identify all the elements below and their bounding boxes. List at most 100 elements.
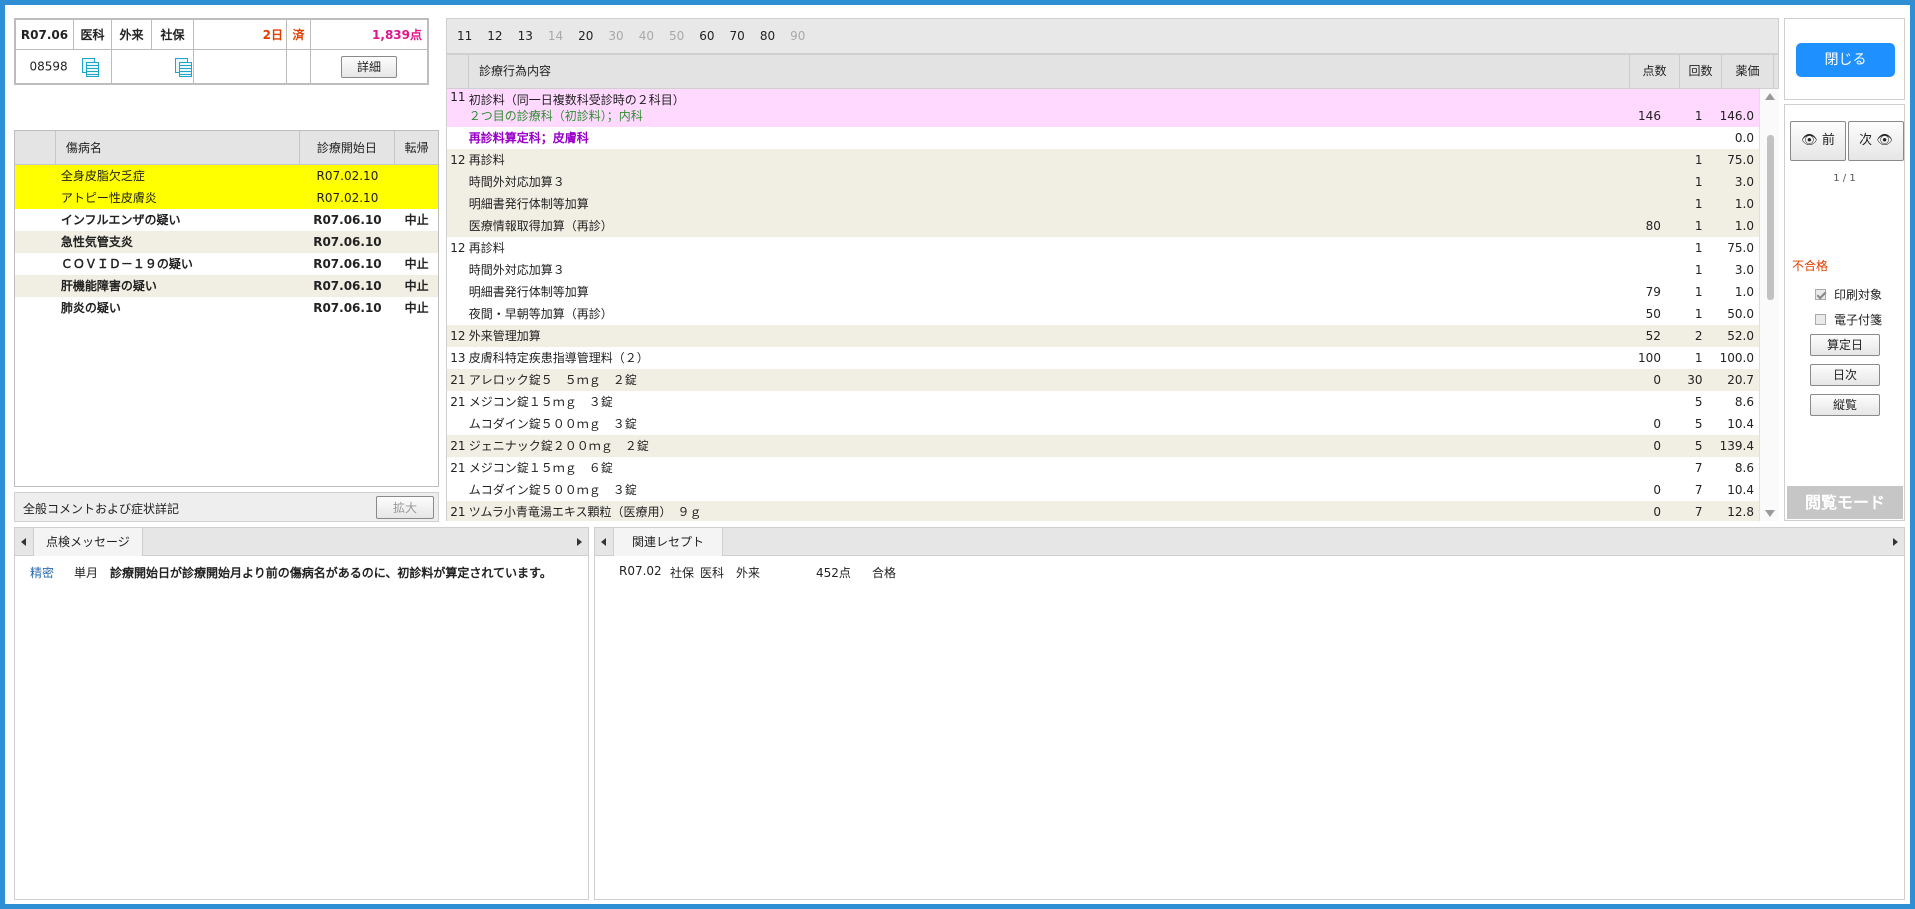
treatment-row[interactable]: 21 ジェニナック錠２００ｍｇ ２錠 0 5 139.4 (447, 435, 1759, 457)
header-start-date[interactable]: 診療開始日 (300, 131, 396, 164)
treatment-row[interactable]: 13 皮膚科特定疾患指導管理料（２） 100 1 100.0 (447, 347, 1759, 369)
checkbox-checked-icon[interactable] (1815, 289, 1826, 300)
tab-right-arrow-icon[interactable] (1893, 538, 1898, 546)
message-level: 精密 (30, 566, 55, 580)
electronic-tag-checkbox[interactable]: 電子付箋 (1815, 311, 1882, 328)
header-blank (15, 131, 56, 164)
treatment-count: 1 (1694, 219, 1703, 233)
treatment-row[interactable]: 再診料算定科；皮膚科 0.0 (447, 127, 1759, 149)
tab-category[interactable]: 60 (699, 29, 714, 43)
tab-related-receipt[interactable]: 関連レセプト (613, 528, 724, 556)
related-receipt-row[interactable]: R07.02 社保 医科 外来 452点 合格 (619, 564, 896, 581)
copy-icon[interactable] (81, 57, 99, 77)
disease-row[interactable]: 肝機能障害の疑い R07.06.10 中止 (15, 275, 438, 297)
treatment-row[interactable]: 21 アレロック錠５ ５ｍｇ ２錠 0 30 20.7 (447, 369, 1759, 391)
header-count[interactable]: 回数 (1680, 55, 1722, 88)
copy-icon-2[interactable] (175, 57, 192, 77)
next-button[interactable]: 次 👁 (1848, 121, 1904, 161)
disease-row-marker (15, 275, 56, 297)
check-message-row[interactable]: 精密 単月 診療開始日が診療開始月より前の傷病名があるのに、初診料が算定されてい… (30, 564, 552, 581)
treatment-name: 医療情報取得加算（再診） (468, 219, 613, 233)
header-points[interactable]: 点数 (1630, 55, 1680, 88)
receipt-header: R07.06 医科 外来 社保 2日 済 1,839点 08598 詳細 (14, 18, 429, 85)
scroll-up-icon[interactable] (1765, 93, 1775, 100)
treatment-row[interactable]: 21 ツムラ小青竜湯エキス顆粒（医療用） ９ｇ 0 7 12.8 (447, 501, 1759, 521)
daily-button[interactable]: 日次 (1810, 364, 1880, 386)
treatment-name: ムコダイン錠５００ｍｇ ３錠 (468, 417, 637, 431)
treatment-price: 75.0 (1727, 241, 1754, 255)
tab-category[interactable]: 20 (578, 29, 593, 43)
tab-right-arrow-icon[interactable] (577, 538, 582, 546)
treatment-name: ムコダイン錠５００ｍｇ ３錠 (468, 483, 637, 497)
empty-cell-3 (286, 49, 311, 84)
treatment-price: 0.0 (1734, 131, 1754, 145)
tab-category[interactable]: 80 (760, 29, 775, 43)
treatment-row[interactable]: 21 メジコン錠１５ｍｇ ６錠 7 8.6 (447, 457, 1759, 479)
disease-name: 急性気管支炎 (60, 235, 133, 249)
treatment-count: 5 (1694, 417, 1703, 431)
close-button[interactable]: 閉じる (1796, 43, 1895, 77)
disease-name: インフルエンザの疑い (60, 213, 181, 227)
expand-button[interactable]: 拡大 (376, 496, 434, 519)
treatment-row[interactable]: 時間外対応加算３ 1 3.0 (447, 171, 1759, 193)
tab-left-arrow-icon[interactable] (21, 538, 26, 546)
tab-check-message[interactable]: 点検メッセージ (33, 528, 143, 556)
treatment-count: 1 (1694, 285, 1703, 299)
treatment-scrollbar[interactable] (1759, 89, 1779, 521)
treatment-row[interactable]: ムコダイン錠５００ｍｇ ３錠 0 5 10.4 (447, 413, 1759, 435)
treatment-row[interactable]: 医療情報取得加算（再診） 80 1 1.0 (447, 215, 1759, 237)
calc-day-button[interactable]: 算定日 (1810, 334, 1880, 356)
treatment-points: 146 (1638, 109, 1661, 123)
tab-left-arrow-icon[interactable] (601, 538, 606, 546)
treatment-row[interactable]: 11 初診料（同一日複数科受診時の２科目） ２つ目の診療科（初診料）；内科 146 1 1… (447, 89, 1759, 127)
treatment-name: 夜間・早朝等加算（再診） (468, 307, 613, 321)
type1-cell: 医科 (73, 19, 112, 50)
detail-button[interactable]: 詳細 (341, 55, 397, 78)
prev-button[interactable]: 👁 前 (1790, 121, 1846, 161)
disease-row[interactable]: インフルエンザの疑い R07.06.10 中止 (15, 209, 438, 231)
scroll-down-icon[interactable] (1765, 510, 1775, 517)
treatment-row[interactable]: 明細書発行体制等加算 79 1 1.0 (447, 281, 1759, 303)
scroll-thumb[interactable] (1767, 135, 1774, 300)
treatment-row[interactable]: 12 外来管理加算 52 2 52.0 (447, 325, 1759, 347)
header-content[interactable]: 診療行為内容 (469, 55, 1630, 88)
header-disease-name[interactable]: 傷病名 (56, 131, 300, 164)
header-outcome[interactable]: 転帰 (395, 131, 438, 164)
treatment-row[interactable]: 21 メジコン錠１５ｍｇ ３錠 5 8.6 (447, 391, 1759, 413)
treatment-name: ジェニナック錠２００ｍｇ ２錠 (468, 439, 649, 453)
print-target-checkbox[interactable]: 印刷対象 (1815, 286, 1882, 303)
treatment-row[interactable]: ムコダイン錠５００ｍｇ ３錠 0 7 10.4 (447, 479, 1759, 501)
disease-name: ＣＯＶＩＤ－１９の疑い (60, 257, 193, 271)
tab-category[interactable]: 12 (487, 29, 502, 43)
treatment-row[interactable]: 12 再診料 1 75.0 (447, 149, 1759, 171)
treatment-row[interactable]: 時間外対応加算３ 1 3.0 (447, 259, 1759, 281)
disease-row[interactable]: 急性気管支炎 R07.06.10 (15, 231, 438, 253)
treatment-price: 3.0 (1734, 175, 1754, 189)
disease-rows: 全身皮脂欠乏症 R07.02.10 アトピー性皮膚炎 R07.02.10 インフルエンザ… (15, 165, 438, 319)
disease-row[interactable]: ＣＯＶＩＤ－１９の疑い R07.06.10 中止 (15, 253, 438, 275)
treatment-row[interactable]: 12 再診料 1 75.0 (447, 237, 1759, 259)
overview-button[interactable]: 縦覧 (1810, 394, 1880, 416)
disease-list: 傷病名 診療開始日 転帰 全身皮脂欠乏症 R07.02.10 アトピー性皮膚炎 R07… (14, 130, 439, 487)
treatment-price: 75.0 (1727, 153, 1754, 167)
disease-row[interactable]: 肺炎の疑い R07.06.10 中止 (15, 297, 438, 319)
message-scope: 単月 (74, 566, 99, 580)
disease-row[interactable]: 全身皮脂欠乏症 R07.02.10 (15, 165, 438, 187)
treatment-name: 時間外対応加算３ (468, 175, 565, 189)
treatment-count: 30 (1687, 373, 1703, 387)
tab-category[interactable]: 70 (730, 29, 745, 43)
checkbox-icon[interactable] (1815, 314, 1826, 325)
tab-category[interactable]: 11 (457, 29, 472, 43)
treatment-row[interactable]: 明細書発行体制等加算 1 1.0 (447, 193, 1759, 215)
tab-category[interactable]: 13 (518, 29, 533, 43)
disease-row[interactable]: アトピー性皮膚炎 R07.02.10 (15, 187, 438, 209)
header-price[interactable]: 薬価 (1722, 55, 1774, 88)
treatment-price: 20.7 (1727, 373, 1754, 387)
treatment-row[interactable]: 夜間・早朝等加算（再診） 50 1 50.0 (447, 303, 1759, 325)
page-indicator: 1 / 1 (1833, 173, 1856, 184)
days-cell: 2日 (193, 19, 287, 50)
treatment-subtext: ２つ目の診療科（初診料）；内科 (468, 109, 643, 123)
disease-outcome: 中止 (404, 301, 429, 315)
treatment-name: 皮膚科特定疾患指導管理料（２） (468, 351, 649, 365)
treatment-code: 11 (450, 90, 466, 104)
